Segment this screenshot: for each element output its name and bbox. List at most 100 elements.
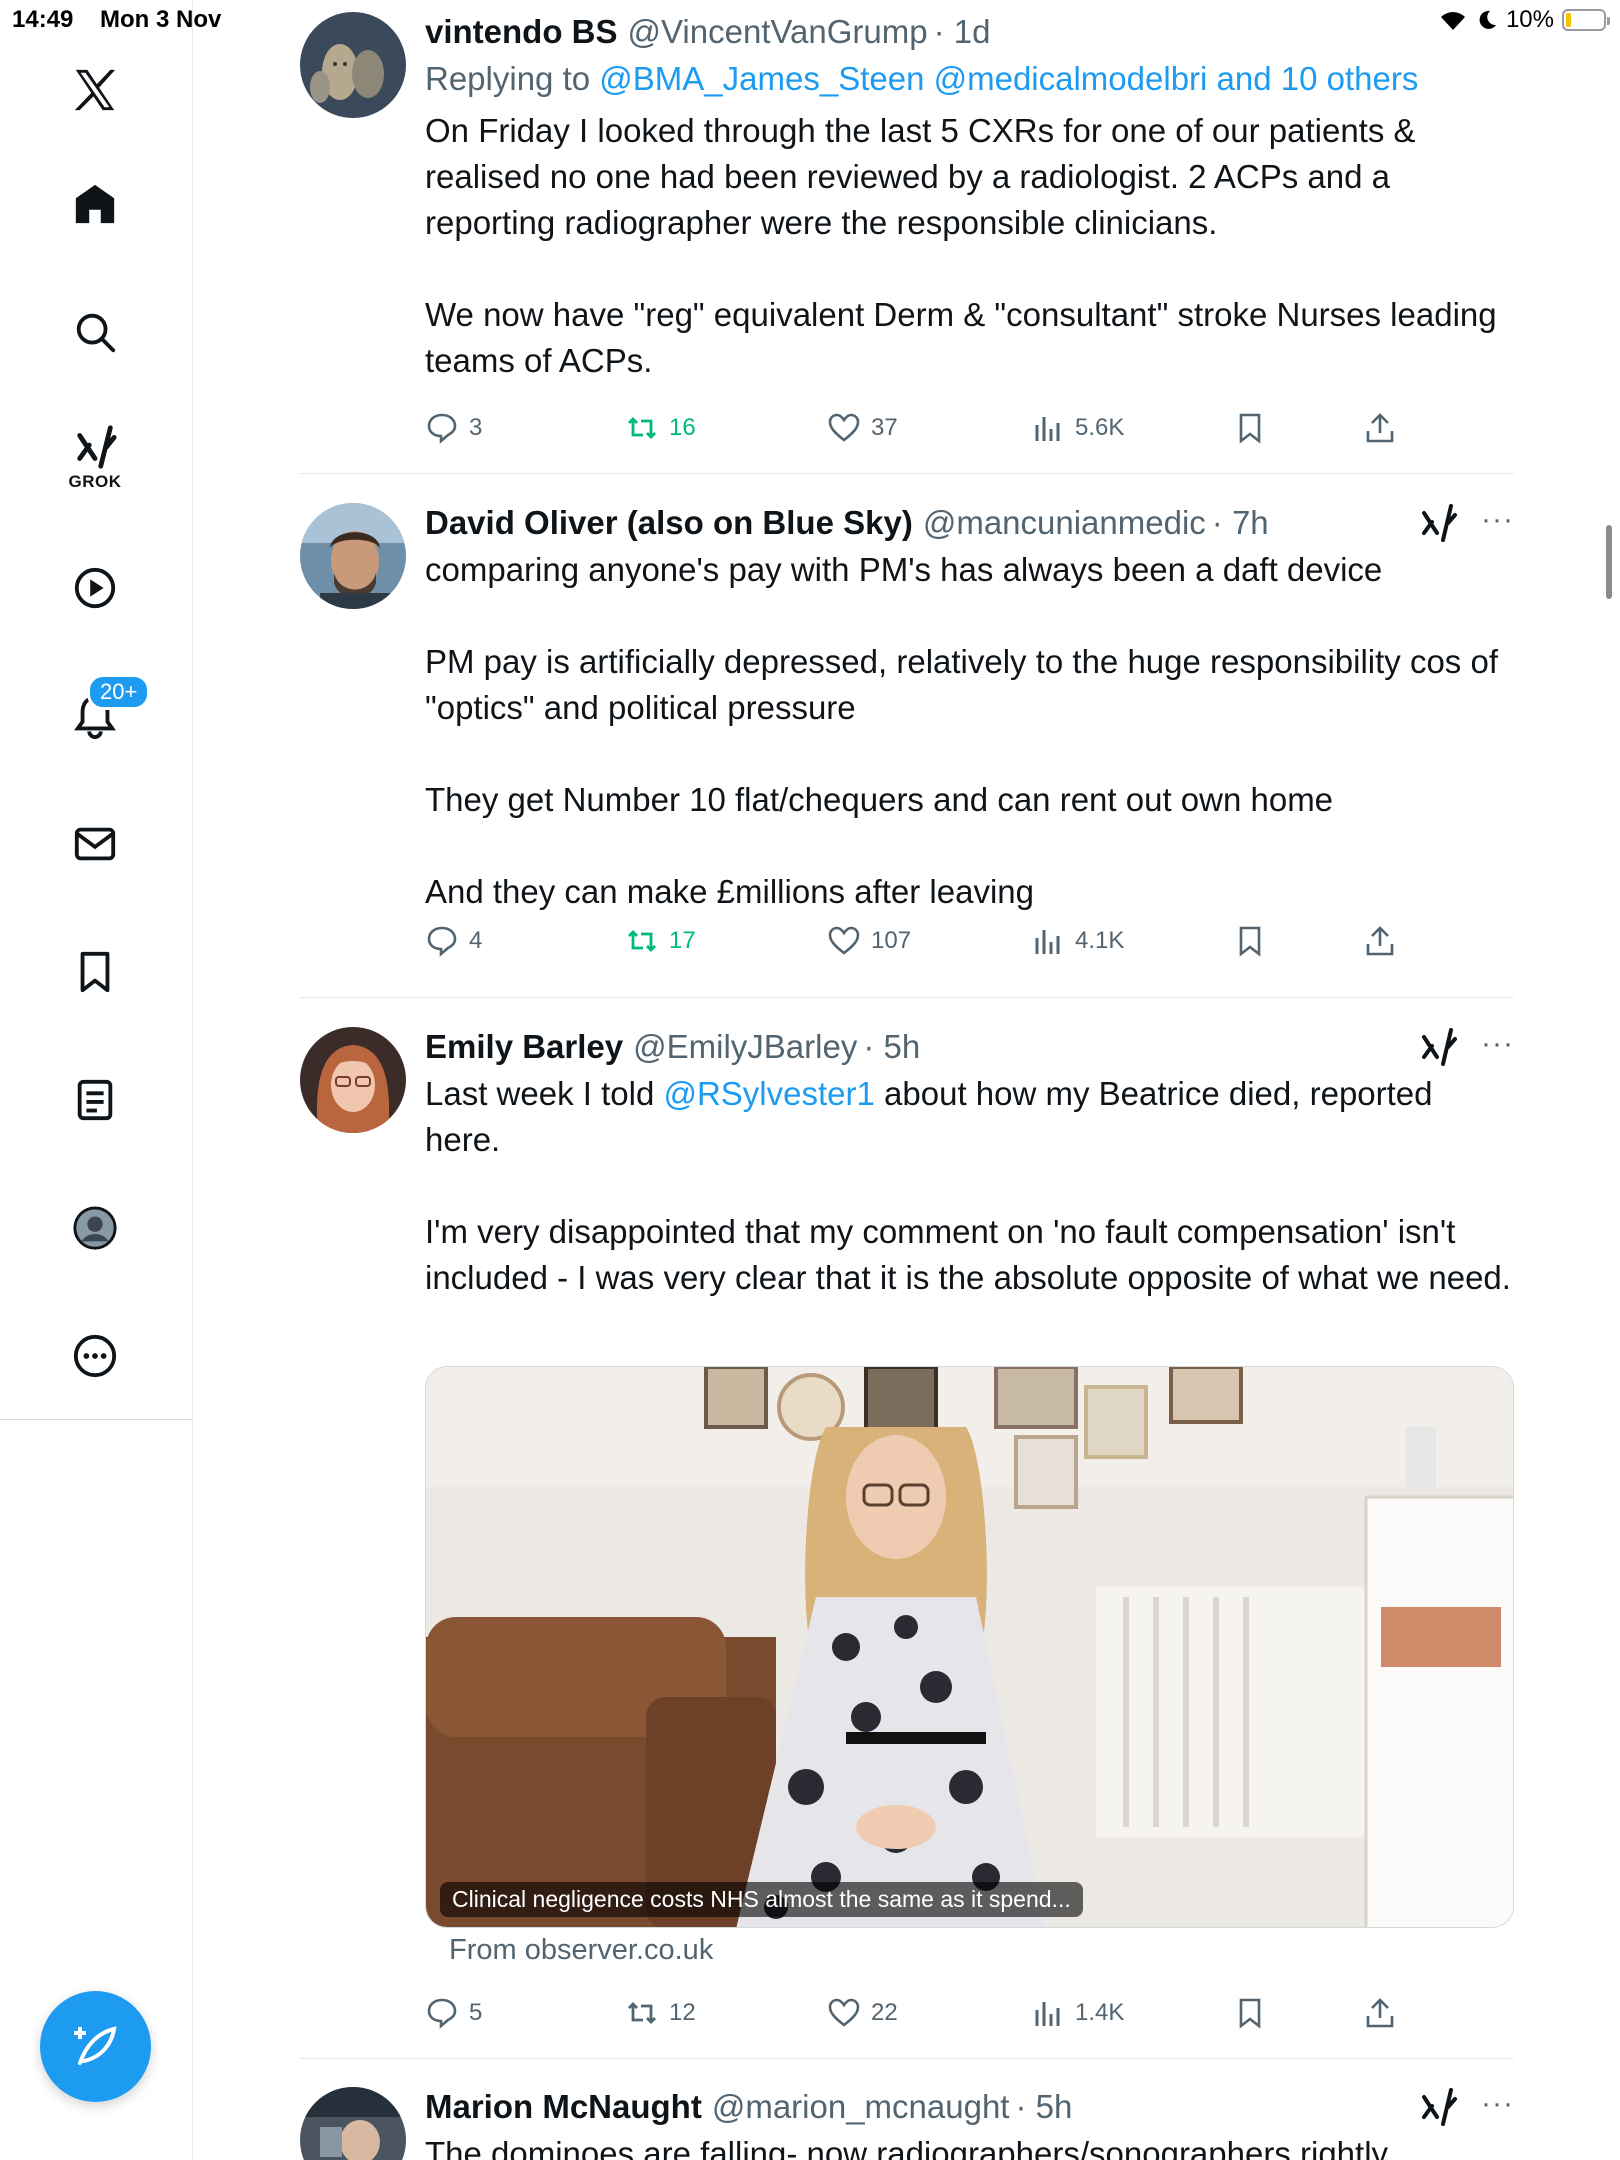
tweet[interactable]: Emily Barley @EmilyJBarley · 5h ··· Last… <box>300 1027 1514 2047</box>
avatar[interactable] <box>300 503 406 609</box>
tweet[interactable]: vintendo BS @VincentVanGrump · 1d Replyi… <box>300 12 1514 472</box>
like-count: 22 <box>871 1999 898 2026</box>
mail-icon <box>74 827 116 861</box>
avatar[interactable] <box>300 12 406 118</box>
reply-button[interactable]: 4 <box>425 919 482 963</box>
repost-button[interactable]: 17 <box>625 919 696 963</box>
author-handle[interactable]: @VincentVanGrump <box>628 12 928 52</box>
repost-button[interactable]: 12 <box>625 1991 696 2035</box>
like-button[interactable]: 22 <box>827 1991 898 2035</box>
nav-messages[interactable] <box>47 796 143 892</box>
author-name[interactable]: Marion McNaught <box>425 2087 702 2127</box>
avatar[interactable] <box>300 2087 406 2160</box>
tweet-time[interactable]: · 5h <box>1015 2087 1072 2127</box>
author-name[interactable]: vintendo BS <box>425 12 618 52</box>
like-button[interactable]: 107 <box>827 919 911 963</box>
scrollbar[interactable] <box>1606 525 1612 599</box>
reply-button[interactable]: 3 <box>425 406 482 450</box>
profile-icon <box>73 1206 117 1250</box>
grok-explain-icon[interactable] <box>1418 1027 1458 1067</box>
reply-icon <box>427 1998 457 2029</box>
tweet-time[interactable]: · 5h <box>863 1027 920 1067</box>
more-options-icon[interactable]: ··· <box>1481 503 1514 537</box>
more-icon <box>73 1334 117 1378</box>
link-card-image[interactable]: Clinical negligence costs NHS almost the… <box>425 1366 1514 1928</box>
battery-icon <box>1562 9 1610 31</box>
tweet-divider <box>300 997 1514 998</box>
author-name[interactable]: David Oliver (also on Blue Sky) <box>425 503 913 543</box>
replying-to: Replying to @BMA_James_Steen @medicalmod… <box>425 58 1514 100</box>
notifications-badge: 20+ <box>87 674 151 710</box>
tweet-divider <box>300 473 1514 474</box>
tweet-time[interactable]: · 1d <box>934 12 991 52</box>
more-options-icon[interactable]: ··· <box>1481 2087 1514 2121</box>
x-logo[interactable] <box>47 42 143 138</box>
author-handle[interactable]: @EmilyJBarley <box>633 1027 857 1067</box>
grok-label: GROK <box>68 472 122 491</box>
tweet-text: comparing anyone's pay with PM's has alw… <box>425 551 1498 910</box>
video-icon <box>74 567 116 609</box>
compose-button[interactable] <box>40 1991 151 2102</box>
view-count: 1.4K <box>1075 1999 1125 2026</box>
like-button[interactable]: 37 <box>827 406 898 450</box>
reply-count: 5 <box>469 1999 483 2026</box>
like-count: 107 <box>871 927 912 954</box>
author-name[interactable]: Emily Barley <box>425 1027 623 1067</box>
bookmark-icon <box>80 951 110 993</box>
mention-link[interactable]: @RSylvester1 <box>663 1075 874 1112</box>
tweet-header: Marion McNaught @marion_mcnaught · 5h <box>425 2087 1514 2127</box>
nav-home[interactable] <box>47 156 143 252</box>
nav-grok[interactable]: GROK <box>47 410 143 506</box>
share-icon <box>1366 1998 1394 2028</box>
tweet-divider <box>300 2058 1514 2059</box>
tweet-actions: 3 16 37 5.6K <box>425 406 1514 450</box>
nav-explore[interactable] <box>47 284 143 380</box>
tweet-text: Last week I told @RSylvester1 about how … <box>425 1071 1514 1301</box>
view-count: 4.1K <box>1075 927 1125 954</box>
views-icon <box>1035 417 1060 441</box>
share-button[interactable] <box>1363 1991 1397 2035</box>
share-button[interactable] <box>1363 406 1397 450</box>
views-button[interactable]: 1.4K <box>1031 1991 1124 2035</box>
bookmark-button[interactable] <box>1233 1991 1267 2035</box>
lists-icon <box>77 1079 113 1121</box>
link-card-source[interactable]: From observer.co.uk <box>449 1934 713 1967</box>
share-button[interactable] <box>1363 919 1397 963</box>
reply-icon <box>427 413 457 444</box>
share-icon <box>1366 413 1394 443</box>
avatar[interactable] <box>300 1027 406 1133</box>
nav-notifications[interactable]: 20+ <box>47 668 151 764</box>
reply-count: 4 <box>469 927 483 954</box>
like-count: 37 <box>871 414 898 441</box>
tweet-text-part: Last week I told <box>425 1075 664 1112</box>
grok-explain-icon[interactable] <box>1418 2087 1458 2127</box>
author-handle[interactable]: @mancunianmedic <box>923 503 1206 543</box>
reply-icon <box>427 926 457 957</box>
heart-icon <box>828 1998 860 2027</box>
views-button[interactable]: 5.6K <box>1031 406 1124 450</box>
repost-icon <box>628 417 656 439</box>
nav-bookmarks[interactable] <box>47 924 143 1020</box>
grok-explain-icon[interactable] <box>1418 503 1458 543</box>
tweet-header: Emily Barley @EmilyJBarley · 5h <box>425 1027 1514 1067</box>
repost-icon <box>628 930 656 952</box>
search-icon <box>76 313 116 353</box>
heart-icon <box>828 413 860 442</box>
tweet[interactable]: David Oliver (also on Blue Sky) @mancuni… <box>300 503 1514 983</box>
reply-button[interactable]: 5 <box>425 1991 482 2035</box>
nav-profile[interactable] <box>47 1180 143 1276</box>
tweet[interactable]: Marion McNaught @marion_mcnaught · 5h ··… <box>300 2087 1514 2160</box>
bookmark-button[interactable] <box>1233 406 1267 450</box>
more-options-icon[interactable]: ··· <box>1481 1027 1514 1061</box>
tweet-time[interactable]: · 7h <box>1212 503 1269 543</box>
bookmark-icon <box>1239 413 1261 444</box>
nav-more[interactable] <box>47 1308 143 1404</box>
replying-to-label: Replying to <box>425 60 591 97</box>
bookmark-button[interactable] <box>1233 919 1267 963</box>
views-button[interactable]: 4.1K <box>1031 919 1124 963</box>
repost-button[interactable]: 16 <box>625 406 696 450</box>
author-handle[interactable]: @marion_mcnaught <box>712 2087 1010 2127</box>
nav-lists[interactable] <box>47 1052 143 1148</box>
reply-mentions[interactable]: @BMA_James_Steen @medicalmodelbri and 10… <box>599 60 1418 97</box>
nav-video[interactable] <box>47 540 143 636</box>
